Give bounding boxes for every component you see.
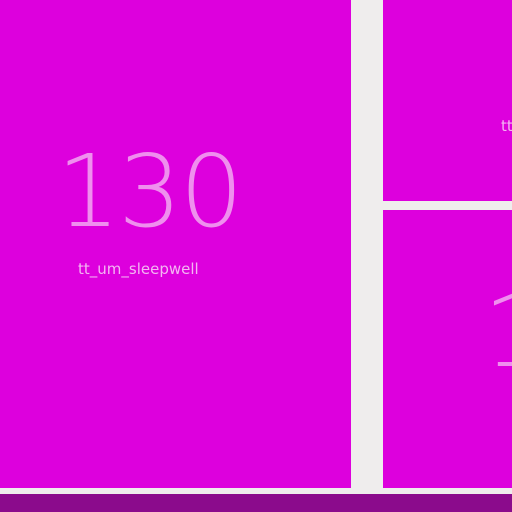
stat-label: tt (501, 117, 512, 135)
stat-tile-sleepwell[interactable]: 130 tt_um_sleepwell (0, 0, 351, 488)
dashboard-screen: 130 tt_um_sleepwell tt 1 (0, 0, 512, 512)
stat-value: 1 (483, 282, 512, 382)
stat-tile-bottom-right[interactable]: 1 (383, 210, 512, 488)
stat-value: 130 (56, 133, 244, 250)
stat-label: tt_um_sleepwell (78, 260, 199, 278)
stat-tile-top-right[interactable]: tt (383, 0, 512, 201)
bottom-bar (0, 494, 512, 512)
